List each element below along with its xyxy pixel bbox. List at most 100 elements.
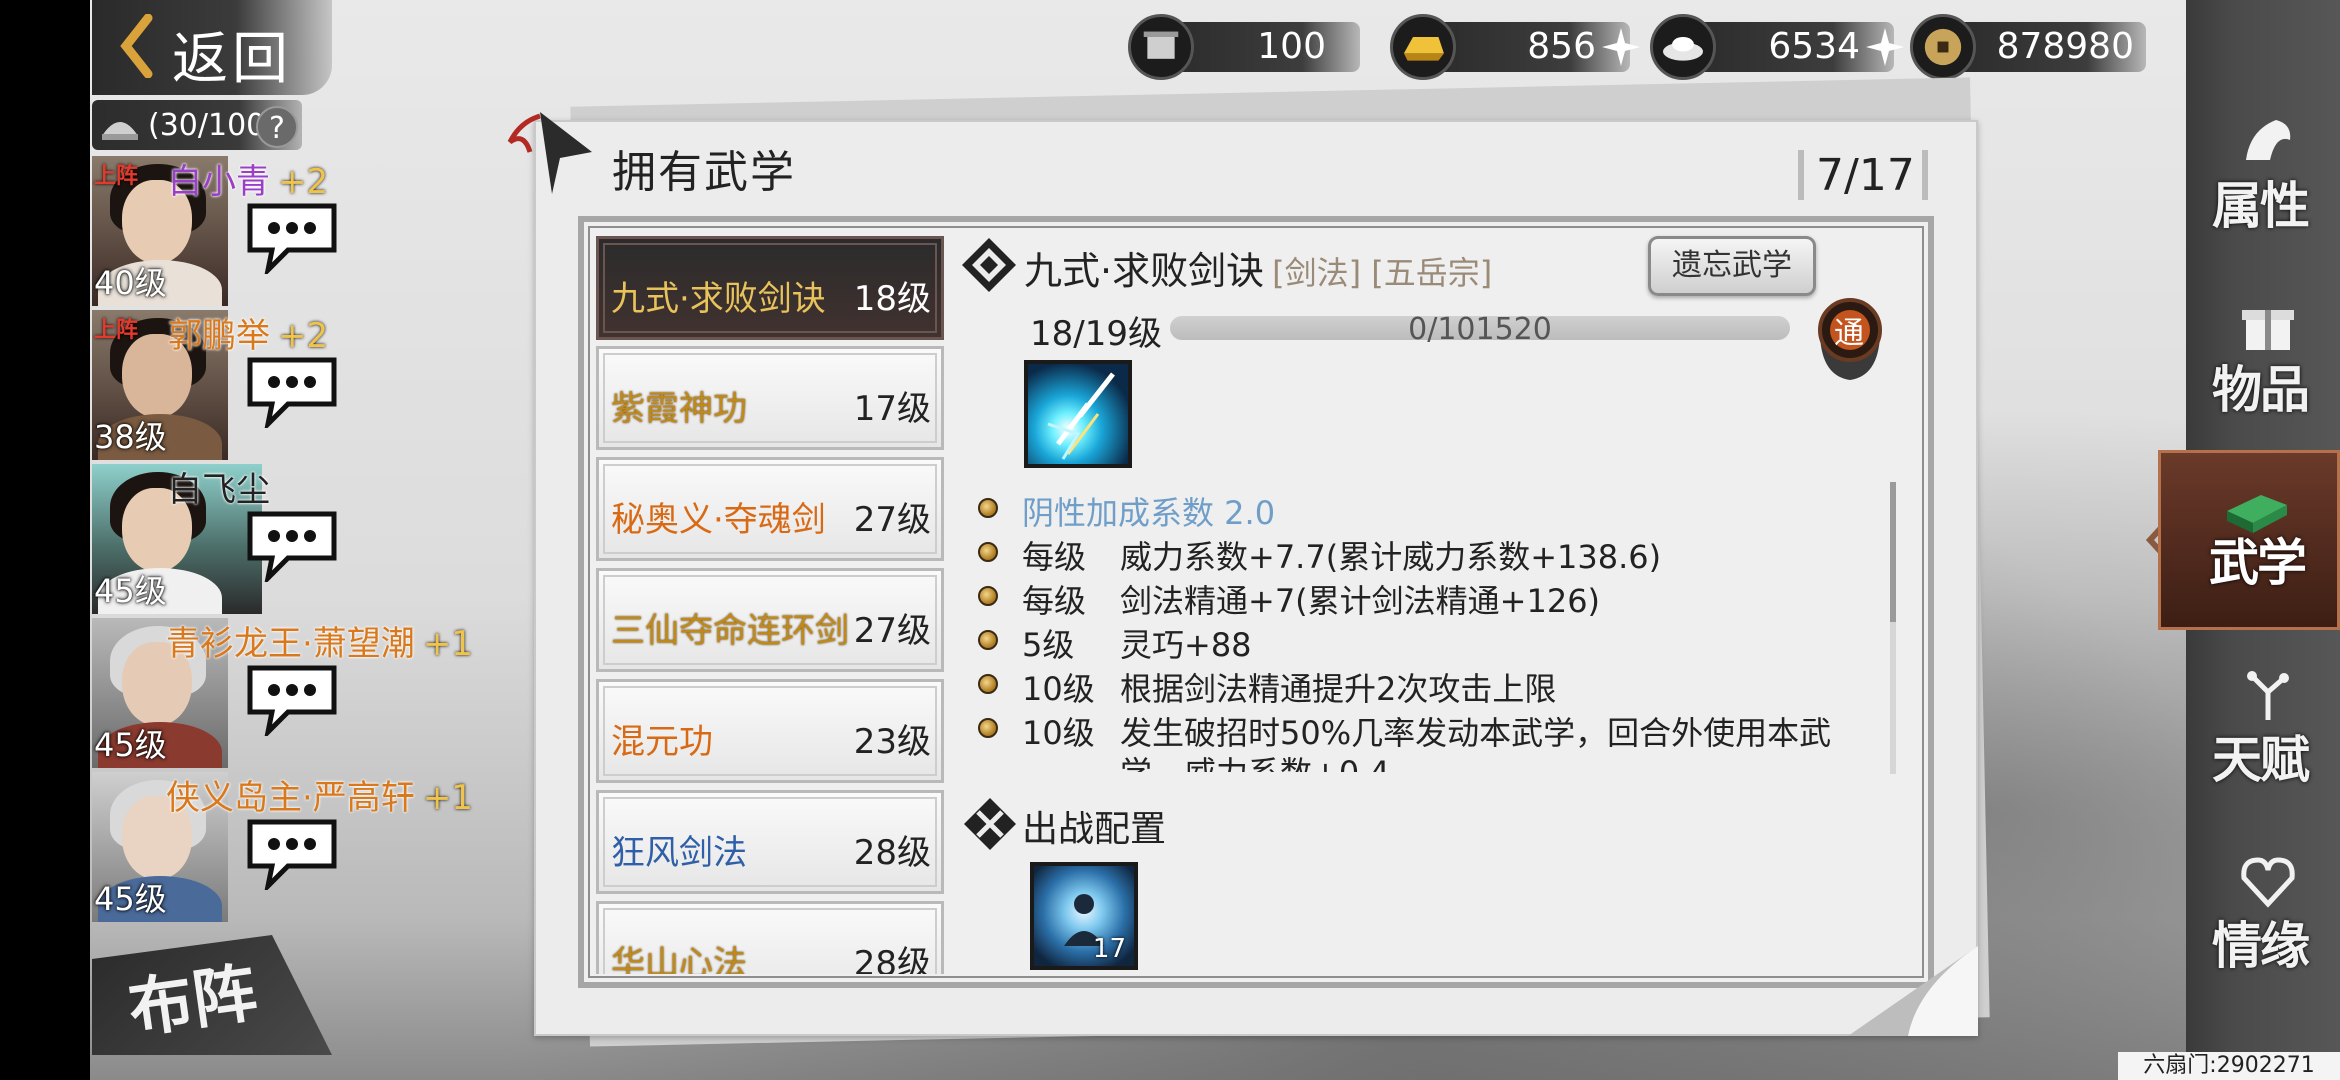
skill-name: 狂风剑法 — [611, 833, 747, 873]
skill-item[interactable]: 混元功 23级 — [596, 679, 944, 783]
bullet-icon — [978, 718, 998, 738]
horse-icon — [2246, 120, 2291, 160]
nav-martial-arts[interactable]: 武学 — [2158, 450, 2340, 630]
hero-name: 白飞尘 — [168, 462, 270, 511]
bullet-icon — [978, 498, 998, 518]
plus-icon[interactable] — [1864, 26, 1906, 68]
skill-item[interactable]: 三仙夺命连环剑 27级 — [596, 568, 944, 672]
effects-list[interactable]: 阴性加成系数 2.0 每级 威力系数+7.7(累计威力系数+138.6) 每级 … — [972, 482, 1892, 772]
skill-level: 18级 — [853, 279, 931, 319]
effect-description: 剑法精通+7(累计剑法精通+126) — [1120, 582, 1601, 620]
forget-skill-button[interactable]: 遗忘武学 — [1648, 236, 1816, 296]
gold-ingot-icon — [1390, 14, 1456, 80]
back-label[interactable]: 返回 — [172, 14, 292, 95]
silver-ingot-icon — [1650, 14, 1716, 80]
resource-copper: 878980 — [1910, 14, 2146, 80]
hero-card[interactable]: 45级 侠义岛主·严高轩 +1 — [92, 772, 492, 922]
exp-text: 0/101520 — [1408, 312, 1552, 347]
nav-label: 武学 — [2209, 533, 2307, 592]
hero-name: 侠义岛主·严高轩 +1 — [166, 770, 473, 819]
helmet-icon — [102, 122, 138, 140]
skill-detail-tags: [剑法] [五岳宗] — [1272, 254, 1493, 292]
resource-value: 856 — [1527, 26, 1596, 67]
deployed-tag: 上阵 — [94, 164, 139, 189]
effect-row: 每级 威力系数+7.7(累计威力系数+138.6) — [972, 532, 1892, 576]
skill-level: 23级 — [853, 722, 931, 762]
formation-label[interactable]: 布阵 — [122, 942, 262, 1051]
mastery-badge-label: 通 — [1834, 316, 1864, 351]
hero-name-text: 白小青 — [168, 162, 270, 202]
effect-row: 10级 根据剑法精通提升2次攻击上限 — [972, 664, 1892, 708]
hero-card[interactable]: 上阵 40级 白小青 +2 — [92, 156, 492, 306]
skill-list[interactable]: 九式·求败剑诀 18级 紫霞神功 17级 秘奥义·夺魂剑 27级 三仙夺命连环剑… — [596, 236, 944, 974]
hero-name: 郭鹏举 +2 — [168, 308, 328, 357]
effect-highlight: 阴性加成系数 2.0 — [1022, 494, 1276, 532]
hero-level: 38级 — [94, 418, 167, 456]
hero-bonus: +2 — [278, 316, 329, 356]
crossed-swords-icon — [964, 798, 1016, 850]
chat-bubble-icon[interactable] — [242, 506, 342, 582]
skill-level: 27级 — [853, 500, 931, 540]
page-curl — [1848, 946, 1978, 1036]
heart-icon — [2241, 857, 2295, 908]
nav-label: 物品 — [2212, 360, 2310, 419]
hero-bonus: +1 — [422, 778, 473, 818]
chat-bubble-icon[interactable] — [242, 814, 342, 890]
hero-level: 40级 — [94, 264, 167, 302]
bullet-icon — [978, 542, 998, 562]
skill-detail-name: 九式·求败剑诀 — [1024, 249, 1265, 293]
hero-card[interactable]: 45级 青衫龙王·萧望潮 +1 — [92, 618, 492, 768]
resource-stamina: 100 — [1128, 14, 1360, 80]
resource-value: 878980 — [1996, 26, 2134, 67]
effect-condition: 每级 — [1022, 538, 1087, 576]
resource-gold: 856 — [1390, 14, 1640, 80]
panel-title: 拥有武学 — [612, 147, 796, 198]
hero-level: 45级 — [94, 880, 167, 918]
chat-bubble-icon[interactable] — [242, 660, 342, 736]
plus-icon[interactable] — [1600, 26, 1642, 68]
skill-item[interactable]: 秘奥义·夺魂剑 27级 — [596, 457, 944, 561]
bullet-icon — [978, 630, 998, 650]
hero-name-text: 青衫龙王·萧望潮 — [166, 624, 415, 664]
nav-items[interactable]: 物品 — [2186, 290, 2340, 440]
nav-attributes[interactable]: 属性 — [2186, 106, 2340, 256]
left-letterbox — [0, 0, 90, 1080]
dart-icon — [507, 112, 592, 194]
effect-description: 灵巧+88 — [1120, 626, 1252, 664]
hero-name-text: 白飞尘 — [168, 470, 270, 510]
resource-silver: 6534 — [1650, 14, 1904, 80]
mastery-badge[interactable]: 通 — [1812, 296, 1888, 382]
effect-condition: 每级 — [1022, 582, 1087, 620]
hero-card[interactable]: 上阵 38级 郭鹏举 +2 — [92, 310, 492, 460]
battle-skill-slot[interactable]: 17 — [1030, 862, 1138, 970]
stamina-icon — [1128, 14, 1194, 80]
skill-item[interactable]: 华山心法 28级 — [596, 901, 944, 974]
lightning-sword-icon — [1047, 372, 1115, 460]
effect-row: 阴性加成系数 2.0 — [972, 488, 1892, 532]
skill-item[interactable]: 狂风剑法 28级 — [596, 790, 944, 894]
branch-icon — [2247, 671, 2289, 720]
skill-name: 混元功 — [611, 722, 713, 762]
hero-bonus: +2 — [278, 162, 329, 202]
hero-level: 45级 — [94, 572, 167, 610]
slot-number: 17 — [1092, 934, 1126, 964]
nav-bonds[interactable]: 情缘 — [2186, 846, 2340, 996]
diamond-icon — [962, 238, 1016, 292]
help-icon[interactable]: ? — [256, 106, 298, 148]
copper-coin-icon — [1910, 14, 1976, 80]
chat-bubble-icon[interactable] — [242, 352, 342, 428]
chat-bubble-icon[interactable] — [242, 198, 342, 274]
skill-level: 27级 — [853, 611, 931, 651]
skill-level: 28级 — [853, 833, 931, 873]
nav-talents[interactable]: 天赋 — [2186, 660, 2340, 810]
skill-art-icon[interactable] — [1024, 360, 1132, 468]
skill-count-text: 7/17 — [1816, 150, 1915, 201]
skill-level: 17级 — [853, 389, 931, 429]
nav-label: 情缘 — [2212, 916, 2310, 975]
skill-item[interactable]: 九式·求败剑诀 18级 — [596, 236, 944, 340]
effects-scrollbar-thumb[interactable] — [1890, 482, 1896, 622]
skill-name: 华山心法 — [611, 944, 747, 974]
hero-card[interactable]: 45级 白飞尘 — [92, 464, 492, 614]
deployed-tag: 上阵 — [94, 318, 139, 343]
skill-item[interactable]: 紫霞神功 17级 — [596, 346, 944, 450]
